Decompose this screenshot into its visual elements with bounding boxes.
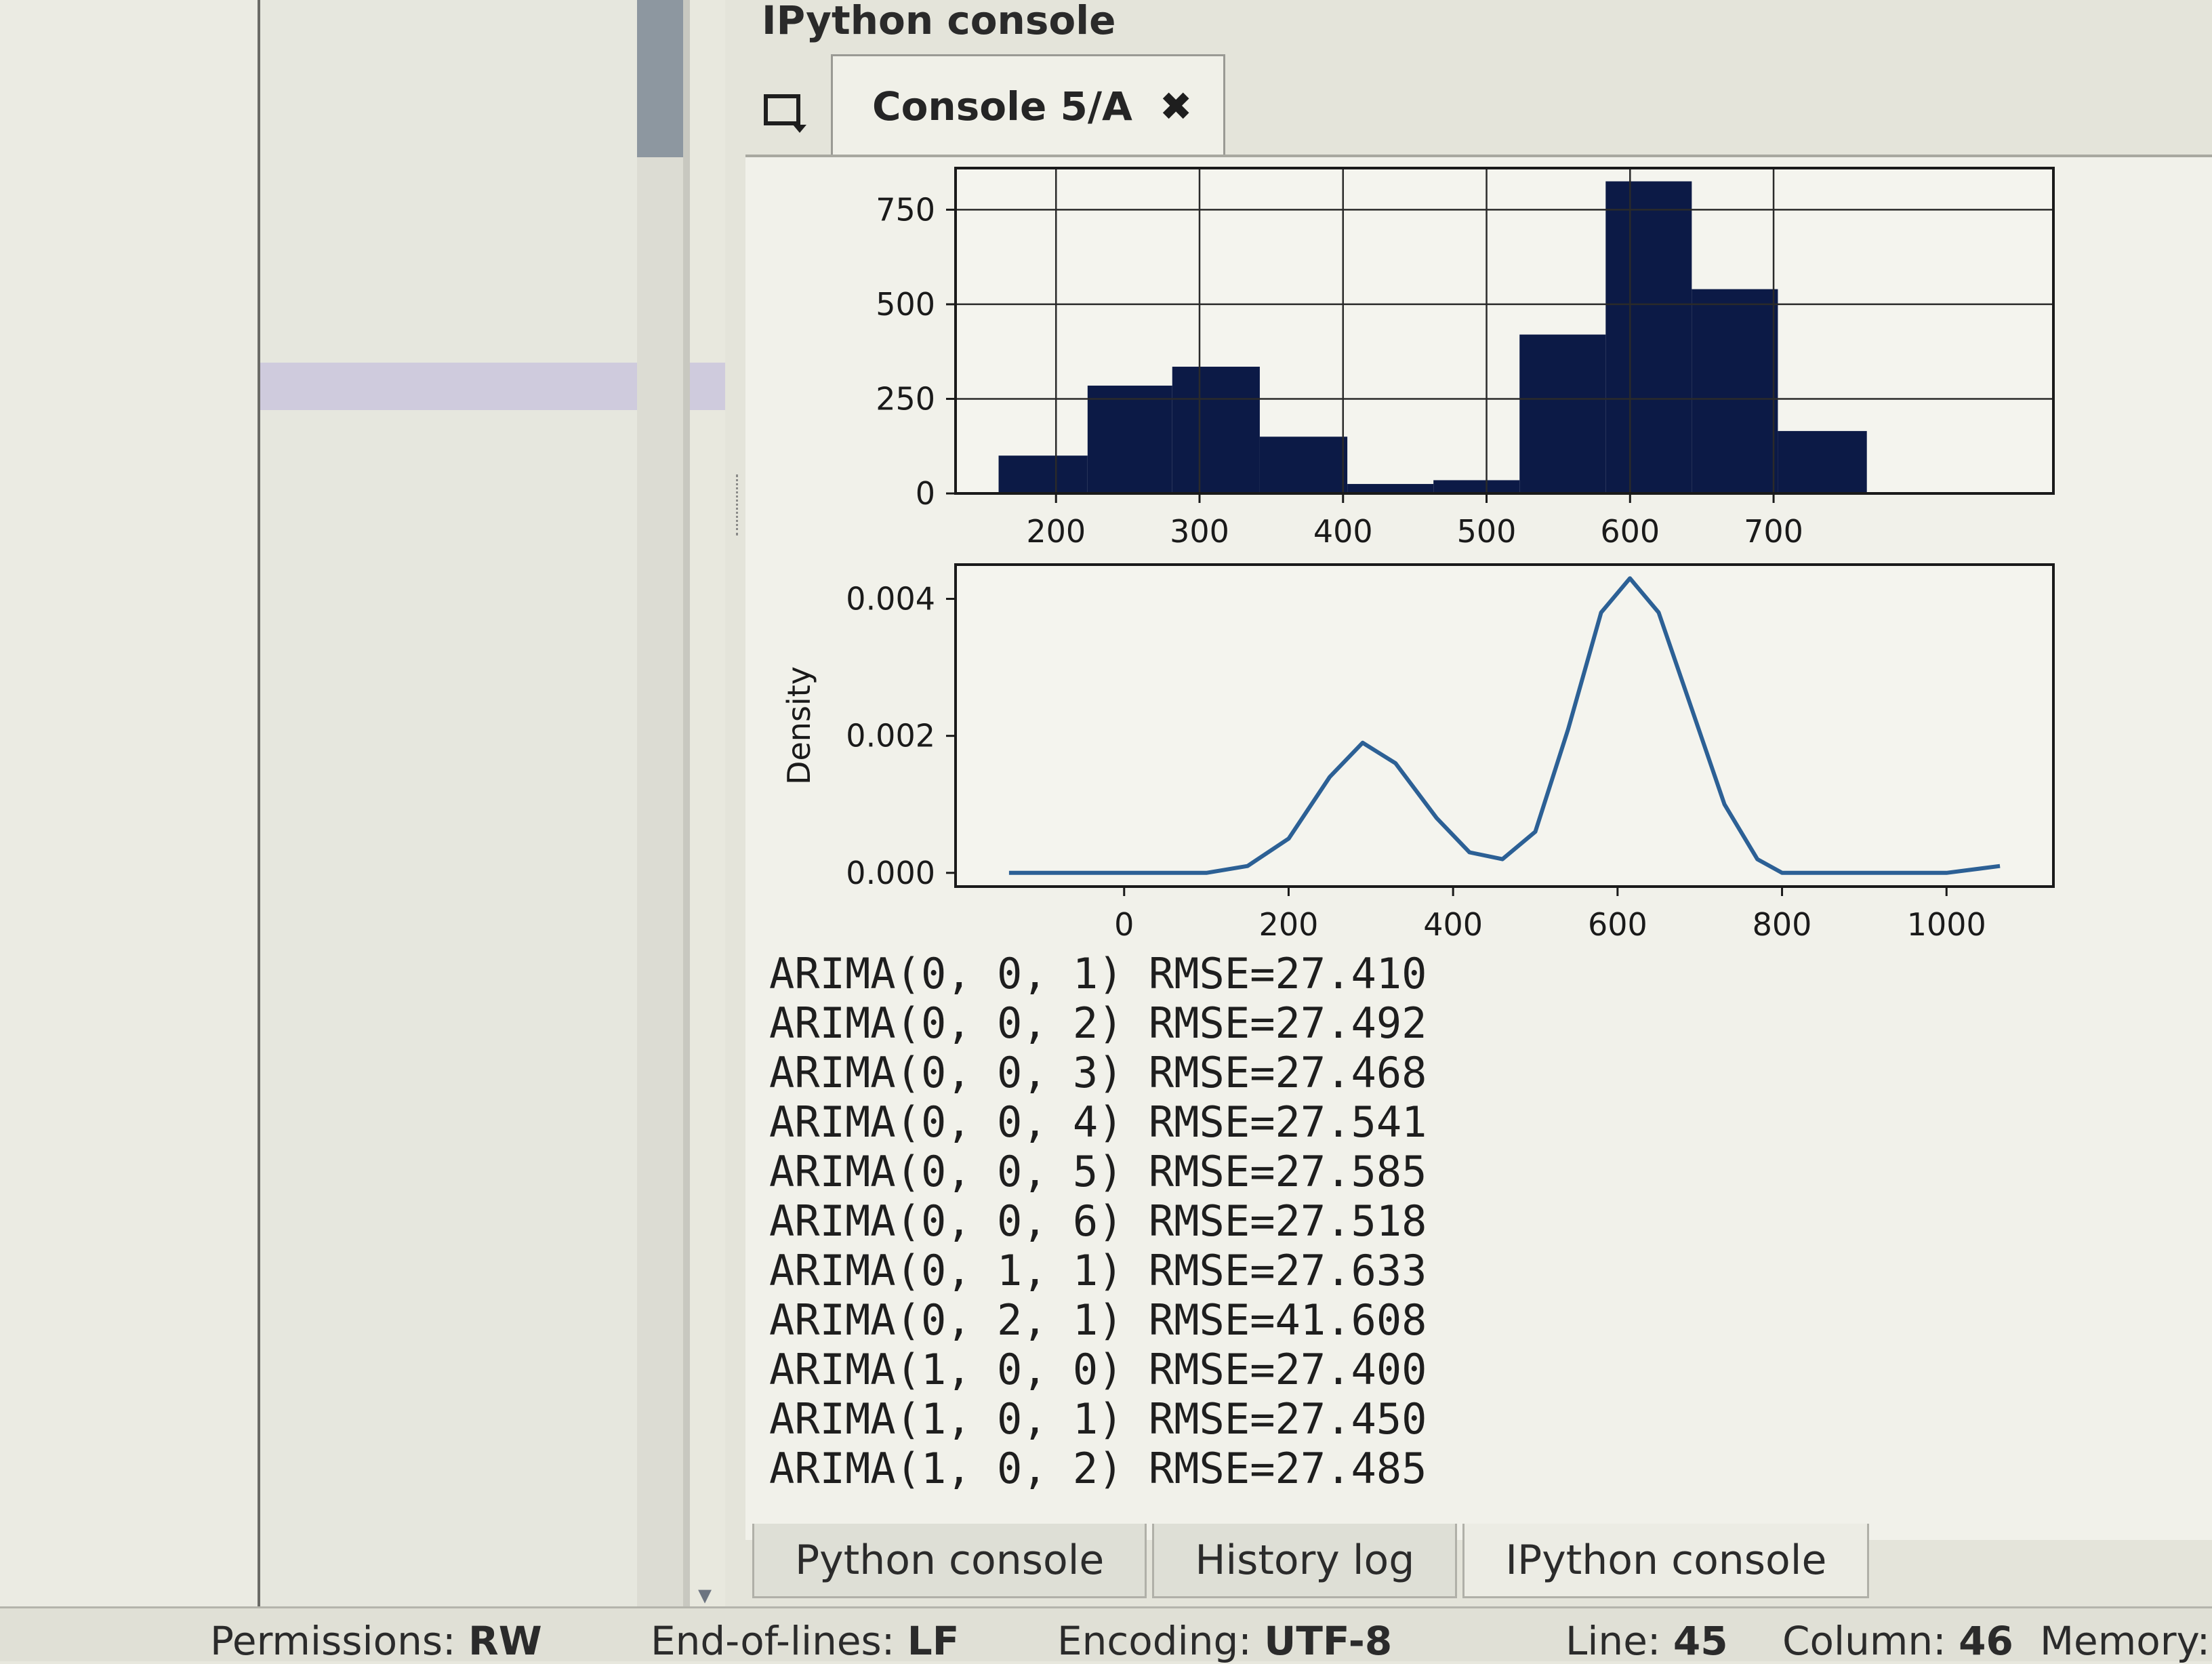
status-end-of-lines: End-of-lines: LF — [651, 1618, 960, 1664]
density-plot: 0 200 400 600 800 1000 0.000 0.002 0.004 Density — [781, 563, 2055, 941]
status-memory: Memory: — [2040, 1618, 2211, 1664]
tab-console-5a[interactable]: Console 5/A ✖ — [831, 54, 1225, 156]
histogram-ytick-label: 250 — [876, 380, 935, 417]
status-bar: Permissions: RW End-of-lines: LF Encodin… — [0, 1606, 2212, 1664]
density-xtick-label: 200 — [1259, 906, 1319, 941]
density-background — [956, 565, 2053, 887]
output-line: ARIMA(1, 0, 0) RMSE=27.400 — [769, 1345, 1427, 1394]
output-line: ARIMA(0, 0, 5) RMSE=27.585 — [769, 1147, 1427, 1196]
histogram-ytick-label: 750 — [876, 191, 935, 228]
status-line: Line: 45 — [1565, 1618, 1728, 1664]
histogram-bar — [1259, 437, 1348, 493]
histogram-xtick-label: 500 — [1457, 513, 1517, 550]
histogram-ytick-label: 500 — [876, 286, 935, 323]
tab-label: Console 5/A — [872, 83, 1132, 129]
histogram-xtick-label: 300 — [1170, 513, 1229, 550]
status-permissions: Permissions: RW — [210, 1618, 542, 1664]
histogram-bar — [1778, 430, 1867, 493]
output-line: ARIMA(0, 0, 2) RMSE=27.492 — [769, 998, 1427, 1048]
histogram-bar — [1519, 334, 1606, 493]
output-line: ARIMA(1, 0, 2) RMSE=27.485 — [769, 1444, 1427, 1493]
histogram-bar — [1605, 181, 1692, 493]
tab-ipython-console[interactable]: IPython console — [1462, 1524, 1870, 1598]
histogram-bar — [1433, 480, 1520, 493]
histogram-plot: 200 300 400 500 600 700 0 250 500 750 — [876, 167, 2055, 550]
density-xtick-label: 400 — [1423, 906, 1483, 941]
output-line: ARIMA(0, 0, 4) RMSE=27.541 — [769, 1097, 1427, 1147]
density-xtick-label: 1000 — [1907, 906, 1986, 941]
histogram-xtick-label: 200 — [1026, 513, 1086, 550]
density-ytick-label: 0.000 — [846, 855, 935, 891]
density-xtick-label: 600 — [1588, 906, 1647, 941]
histogram-xtick-label: 700 — [1744, 513, 1803, 550]
console-output-text: ARIMA(0, 0, 1) RMSE=27.410 ARIMA(0, 0, 2)… — [769, 949, 1582, 1493]
splitter-grip-icon[interactable] — [736, 474, 743, 535]
density-xtick-label: 0 — [1114, 906, 1134, 941]
histogram-bar — [1692, 289, 1778, 493]
tab-options-icon[interactable] — [762, 92, 809, 137]
output-line: ARIMA(0, 0, 1) RMSE=27.410 — [769, 949, 1427, 998]
editor-pane[interactable] — [260, 0, 890, 1659]
histogram-bar — [1087, 385, 1172, 493]
output-line: ARIMA(0, 1, 1) RMSE=27.633 — [769, 1246, 1427, 1295]
pane-splitter[interactable] — [683, 0, 690, 1659]
histogram-bar — [998, 455, 1088, 493]
output-line: ARIMA(0, 0, 6) RMSE=27.518 — [769, 1196, 1427, 1246]
output-line: ARIMA(0, 2, 1) RMSE=41.608 — [769, 1295, 1427, 1345]
density-ylabel: Density — [781, 666, 817, 785]
density-ytick-label: 0.002 — [846, 718, 935, 754]
status-column: Column: 46 — [1782, 1618, 2013, 1664]
editor-scrollbar-thumb[interactable] — [637, 0, 683, 157]
tab-history-log[interactable]: History log — [1152, 1524, 1458, 1598]
close-icon[interactable]: ✖ — [1160, 83, 1193, 129]
histogram-xtick-label: 400 — [1313, 513, 1373, 550]
editor-scrollbar[interactable] — [637, 0, 683, 1659]
output-line: ARIMA(0, 0, 3) RMSE=27.468 — [769, 1048, 1427, 1097]
histogram-bar — [1172, 367, 1260, 493]
bottom-tab-bar: Python console History log IPython conso… — [752, 1524, 1875, 1598]
histogram-ytick-label: 0 — [916, 475, 935, 512]
plot-figure: 200 300 400 500 600 700 0 250 500 750 0 200 400 600 8… — [781, 167, 2055, 941]
histogram-xtick-label: 600 — [1600, 513, 1660, 550]
histogram-bar — [1347, 484, 1434, 493]
file-explorer-pane — [0, 0, 258, 1659]
pane-title: IPython console — [762, 0, 1116, 43]
output-line: ARIMA(1, 0, 1) RMSE=27.450 — [769, 1394, 1427, 1444]
density-ytick-label: 0.004 — [846, 581, 935, 617]
status-encoding: Encoding: UTF-8 — [1057, 1618, 1393, 1664]
tab-python-console[interactable]: Python console — [752, 1524, 1147, 1598]
density-xtick-label: 800 — [1753, 906, 1812, 941]
